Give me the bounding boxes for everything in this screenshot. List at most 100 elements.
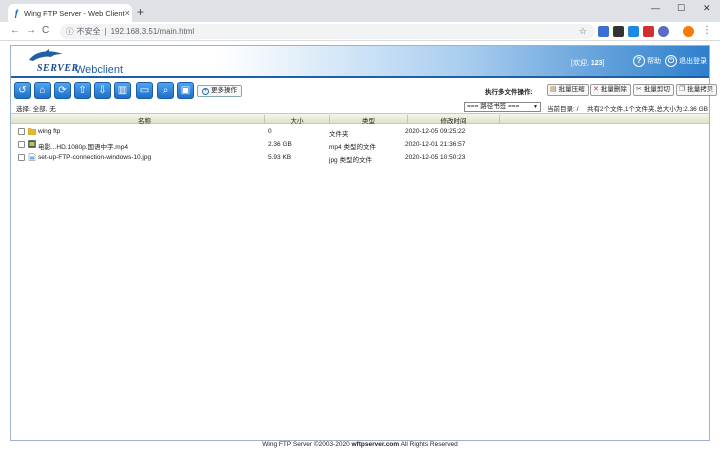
batch-copy-button[interactable]: ❐ 批量拷贝 bbox=[676, 84, 718, 96]
file-name[interactable]: wing ftp bbox=[38, 128, 60, 135]
logo-webclient-text: Webclient bbox=[75, 64, 124, 76]
help-icon: ? bbox=[633, 55, 645, 67]
welcome-user: 123 bbox=[590, 60, 603, 67]
column-name[interactable]: 名称 bbox=[25, 115, 265, 125]
home-icon[interactable]: ⌂ bbox=[34, 82, 51, 99]
url-text: 192.168.3.51/main.html bbox=[110, 27, 195, 36]
power-icon: ⏻ bbox=[665, 55, 677, 67]
multi-file-label: 执行多文件操作: bbox=[485, 89, 533, 96]
tab-title: Wing FTP Server - Web Client bbox=[24, 8, 125, 18]
help-label: 帮助 bbox=[647, 58, 661, 65]
batch-copy-label: 批量拷贝 bbox=[687, 86, 714, 93]
row-checkbox[interactable] bbox=[18, 141, 25, 148]
new-tab-button[interactable]: + bbox=[137, 5, 144, 19]
translate-extension-icon[interactable] bbox=[598, 26, 609, 37]
upload-icon[interactable]: ⇧ bbox=[74, 82, 91, 99]
file-name[interactable]: set-up-FTP-connection-windows-10.jpg bbox=[38, 154, 151, 161]
batch-cut-label: 批量剪切 bbox=[643, 86, 670, 93]
column-modified[interactable]: 修改时间 bbox=[408, 115, 500, 125]
extension-icon[interactable] bbox=[613, 26, 624, 37]
file-size: 2.36 GB bbox=[268, 141, 292, 148]
logo-server-text: SERVER bbox=[37, 63, 79, 74]
address-bar: ← → C ⓘ 不安全 | 192.168.3.51/main.html ☆ ⋮ bbox=[0, 22, 720, 41]
file-type: jpg 类型的文件 bbox=[329, 157, 372, 164]
select-all-none[interactable]: 选择: 全部, 无 bbox=[16, 103, 56, 113]
chevron-down-icon: ▼ bbox=[533, 104, 538, 110]
browser-titlebar: ƒ Wing FTP Server - Web Client × + — ☐ ✕ bbox=[0, 0, 720, 22]
image-file-icon bbox=[28, 153, 36, 161]
more-actions-label: 更多操作 bbox=[211, 87, 237, 94]
refresh-icon[interactable]: ⟳ bbox=[54, 82, 71, 99]
video-file-icon bbox=[28, 140, 36, 148]
column-size[interactable]: 大小 bbox=[265, 115, 330, 125]
profile-avatar[interactable] bbox=[683, 26, 694, 37]
batch-delete-label: 批量删除 bbox=[600, 86, 627, 93]
browser-menu-icon[interactable]: ⋮ bbox=[702, 25, 712, 37]
wing-ftp-favicon-icon: ƒ bbox=[14, 8, 20, 18]
forward-button[interactable]: → bbox=[26, 25, 36, 37]
footer-suffix: All Rights Reserved bbox=[399, 441, 458, 448]
logout-label: 退出登录 bbox=[679, 58, 707, 65]
logo: SERVER Webclient bbox=[17, 49, 127, 77]
maximize-button[interactable]: ☐ bbox=[677, 3, 685, 14]
delete-x-icon: ✕ bbox=[593, 86, 599, 93]
batch-compress-label: 批量压缩 bbox=[558, 86, 585, 93]
table-row[interactable]: wing ftp 0 文件夹 2020-12-05 09:25:22 bbox=[11, 126, 709, 138]
path-bookmark-select[interactable]: === 路径书签 === ▼ bbox=[464, 102, 541, 112]
help-button[interactable]: ? 帮助 bbox=[633, 55, 661, 67]
plus-icon: + bbox=[202, 87, 209, 95]
back-button[interactable]: ← bbox=[10, 25, 20, 37]
file-type: mp4 类型的文件 bbox=[329, 144, 376, 151]
more-actions-button[interactable]: + 更多操作 bbox=[197, 85, 242, 97]
mail-extension-icon[interactable] bbox=[643, 26, 654, 37]
selection-row: 选择: 全部, 无 === 路径书签 === ▼ 当前目录: / 共有2个文件,… bbox=[11, 101, 709, 113]
browser-tab[interactable]: ƒ Wing FTP Server - Web Client × bbox=[8, 4, 132, 22]
webclient-app: SERVER Webclient [欢迎, 123] ? 帮助 ⏻ 退出登录 ↺… bbox=[10, 45, 718, 441]
welcome-prefix: [欢迎, bbox=[571, 60, 591, 67]
footer-prefix: Wing FTP Server ©2003-2020 bbox=[262, 441, 352, 448]
new-extension-icon[interactable] bbox=[628, 26, 639, 37]
file-table-header: 名称 大小 类型 修改时间 bbox=[11, 113, 709, 125]
logout-button[interactable]: ⏻ 退出登录 bbox=[665, 55, 707, 67]
archive-icon: ▤ bbox=[550, 86, 557, 93]
copy-icon: ❐ bbox=[679, 86, 686, 93]
tab-close-icon[interactable]: × bbox=[125, 8, 130, 18]
welcome-suffix: ] bbox=[602, 60, 605, 67]
table-row[interactable]: 电影...HD.1080p.国语中字.mp4 2.36 GB mp4 类型的文件… bbox=[11, 139, 709, 151]
back-folder-icon[interactable]: ↺ bbox=[14, 82, 31, 99]
table-row[interactable]: set-up-FTP-connection-windows-10.jpg 5.9… bbox=[11, 152, 709, 164]
security-label: 不安全 bbox=[76, 27, 101, 36]
info-icon[interactable]: ⓘ bbox=[66, 26, 74, 37]
file-type: 文件夹 bbox=[329, 131, 349, 138]
file-modified: 2020-12-05 10:50:23 bbox=[405, 154, 466, 161]
folder-icon bbox=[28, 128, 36, 135]
batch-cut-button[interactable]: ✂ 批量剪切 bbox=[633, 84, 674, 96]
row-checkbox[interactable] bbox=[18, 128, 25, 135]
bookmark-star-icon[interactable]: ☆ bbox=[579, 26, 587, 37]
toolbar: ↺ ⌂ ⟳ ⇧ ⇩ ▥ ▭ ⌕ ▣ + 更多操作 执行多文件操作: ▤ 批量压缩… bbox=[11, 81, 718, 100]
file-size: 0 bbox=[268, 128, 272, 135]
dolphin-logo-icon bbox=[29, 49, 63, 61]
minimize-button[interactable]: — bbox=[651, 3, 660, 13]
folder-summary: 共有2个文件,1个文件夹,总大小为:2.36 GB bbox=[587, 106, 708, 113]
close-window-button[interactable]: ✕ bbox=[703, 3, 711, 14]
batch-compress-button[interactable]: ▤ 批量压缩 bbox=[547, 84, 589, 96]
url-input[interactable]: ⓘ 不安全 | 192.168.3.51/main.html ☆ bbox=[60, 24, 595, 39]
welcome-text: [欢迎, 123] bbox=[571, 58, 604, 68]
new-folder-icon[interactable]: ▭ bbox=[136, 82, 153, 99]
file-modified: 2020-12-05 09:25:22 bbox=[405, 128, 466, 135]
download-icon[interactable]: ⇩ bbox=[94, 82, 111, 99]
reload-button[interactable]: C bbox=[42, 25, 49, 37]
batch-delete-button[interactable]: ✕ 批量删除 bbox=[590, 84, 631, 96]
search-icon[interactable]: ⌕ bbox=[157, 82, 174, 99]
footer-site-link[interactable]: wftpserver.com bbox=[352, 441, 400, 448]
file-name[interactable]: 电影...HD.1080p.国语中字.mp4 bbox=[38, 141, 128, 151]
file-size: 5.93 KB bbox=[268, 154, 292, 161]
column-type[interactable]: 类型 bbox=[330, 115, 408, 125]
app-header: SERVER Webclient [欢迎, 123] ? 帮助 ⏻ 退出登录 bbox=[11, 46, 709, 78]
extension-circle-icon[interactable] bbox=[658, 26, 669, 37]
delete-icon[interactable]: ▥ bbox=[114, 82, 131, 99]
url-divider: | bbox=[104, 27, 107, 36]
image-view-icon[interactable]: ▣ bbox=[177, 82, 194, 99]
row-checkbox[interactable] bbox=[18, 154, 25, 161]
